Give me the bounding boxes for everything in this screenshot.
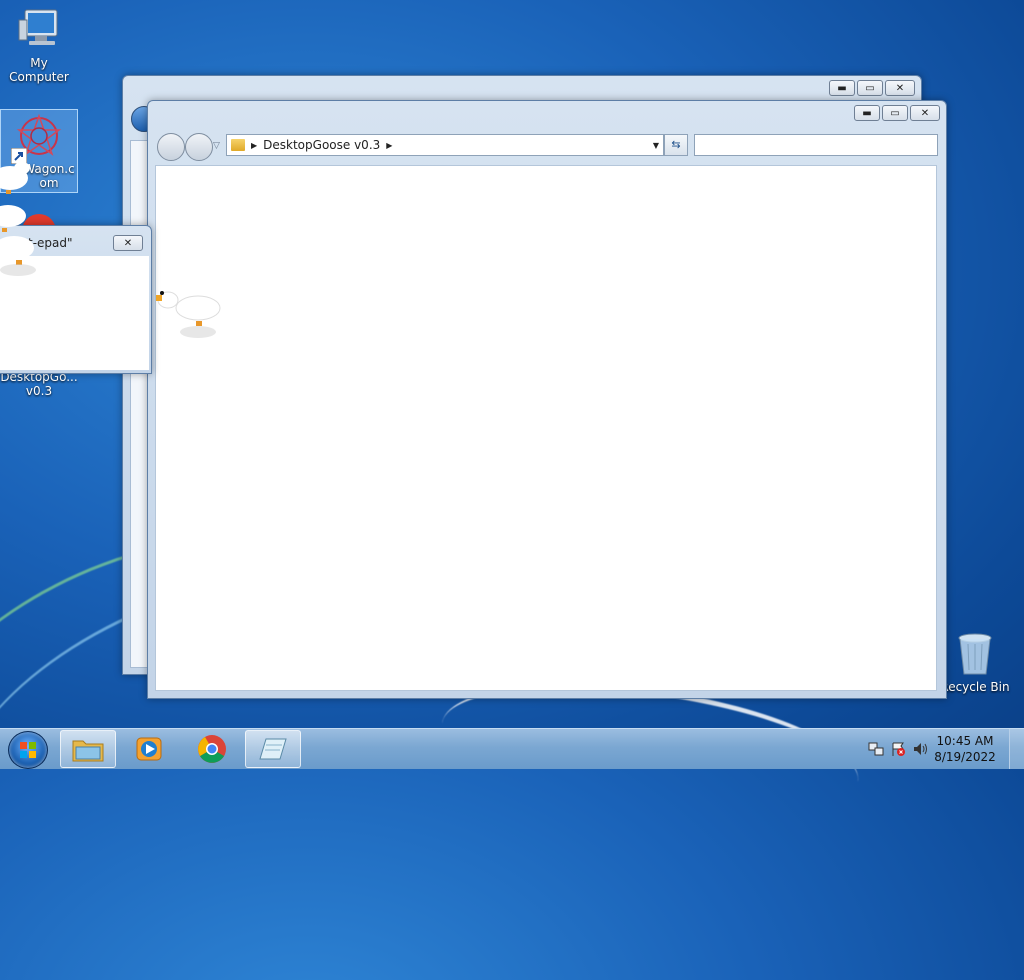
close-button[interactable]: ✕ xyxy=(910,105,940,121)
refresh-button[interactable]: ⇆ xyxy=(664,134,688,156)
taskbar-file-explorer[interactable] xyxy=(60,730,116,768)
clock[interactable]: 10:45 AM 8/19/2022 xyxy=(930,733,1000,765)
breadcrumb-separator-icon[interactable]: ▶ xyxy=(251,141,257,150)
volume-icon[interactable] xyxy=(912,741,928,757)
desktop-icon-my-computer[interactable]: My Computer xyxy=(0,6,78,84)
window-controls: ▬ ▭ ✕ xyxy=(854,105,940,121)
taskbar-media-player[interactable] xyxy=(121,730,177,768)
desktop-icon-label: DesktopGo... v0.3 xyxy=(0,370,78,398)
media-player-icon xyxy=(136,737,162,761)
search-input[interactable] xyxy=(694,134,938,156)
computer-icon xyxy=(15,6,63,54)
goose-icon xyxy=(156,291,221,338)
wagon-logo-icon xyxy=(11,112,63,164)
goose-icon xyxy=(0,236,36,276)
network-icon[interactable] xyxy=(868,741,884,757)
minimize-button[interactable]: ▬ xyxy=(829,80,855,96)
close-button[interactable]: ✕ xyxy=(885,80,915,96)
desktop-icon-label: Recycle Bin xyxy=(940,680,1010,694)
explorer-window[interactable]: ▬ ▭ ✕ ▽ ▶ DesktopGoose v0.3 ▶ ▼ ⇆ xyxy=(147,100,947,699)
desktop-icon-label: My Computer xyxy=(9,56,69,84)
address-bar[interactable]: ▶ DesktopGoose v0.3 ▶ ▼ xyxy=(226,134,664,156)
action-center-flag-icon[interactable] xyxy=(890,741,906,757)
notepad-icon xyxy=(259,738,287,760)
chrome-icon xyxy=(198,735,226,763)
recycle-bin-icon xyxy=(951,630,999,678)
show-desktop-button[interactable] xyxy=(1009,729,1024,769)
window-controls: ▬ ▭ ✕ xyxy=(829,80,915,96)
windows-logo-icon xyxy=(20,742,36,758)
minimize-button[interactable]: ▬ xyxy=(854,105,880,121)
goose-icon xyxy=(0,162,30,194)
maximize-button[interactable]: ▭ xyxy=(857,80,883,96)
taskbar-chrome[interactable] xyxy=(184,730,240,768)
folder-icon xyxy=(72,740,104,762)
clock-date: 8/19/2022 xyxy=(934,750,996,764)
folder-icon xyxy=(231,139,245,151)
explorer-content-pane[interactable] xyxy=(155,165,937,691)
chevron-down-icon[interactable]: ▼ xyxy=(653,141,659,150)
desktop-icon-desktopgoose[interactable]: DesktopGo... v0.3 xyxy=(0,370,78,398)
desktop-icon-recycle-bin[interactable]: Recycle Bin xyxy=(936,630,1014,694)
close-button[interactable]: ✕ xyxy=(113,235,143,251)
taskbar: 10:45 AM 8/19/2022 xyxy=(0,728,1024,769)
taskbar-notepad[interactable] xyxy=(245,730,301,768)
forward-button[interactable] xyxy=(185,133,213,161)
back-button[interactable] xyxy=(157,133,185,161)
maximize-button[interactable]: ▭ xyxy=(882,105,908,121)
start-button[interactable] xyxy=(8,731,48,769)
recent-pages-chevron-icon[interactable]: ▽ xyxy=(213,141,220,151)
breadcrumb-separator-icon[interactable]: ▶ xyxy=(386,141,392,150)
address-path[interactable]: DesktopGoose v0.3 xyxy=(263,138,380,152)
clock-time: 10:45 AM xyxy=(936,734,994,748)
